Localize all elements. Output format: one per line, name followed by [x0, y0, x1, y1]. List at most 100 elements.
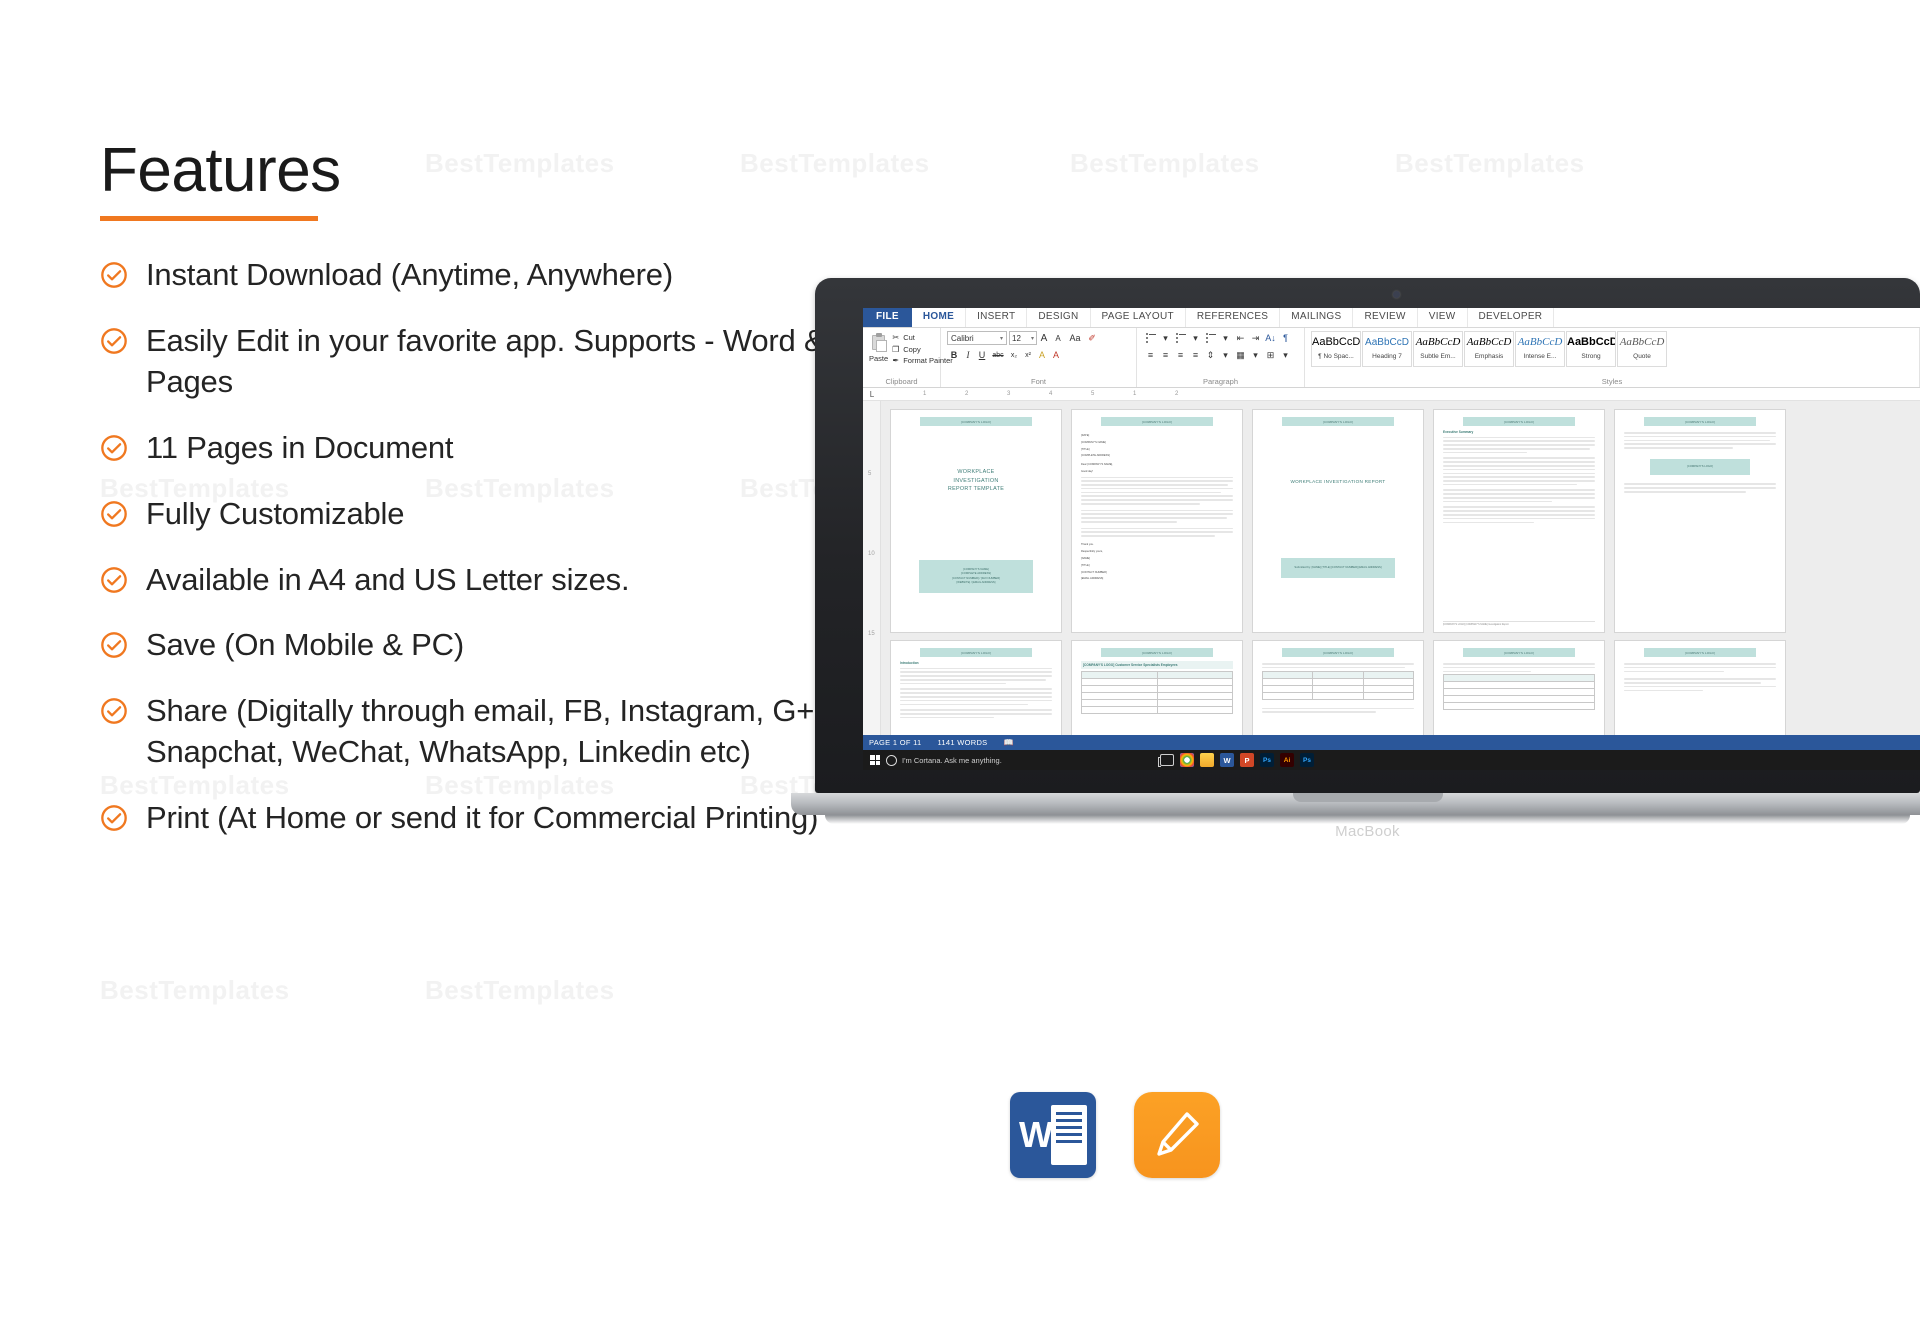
watermark: BestTemplates	[1070, 148, 1260, 178]
illustrator-icon[interactable]: Ai	[1280, 753, 1294, 767]
tab-developer[interactable]: DEVELOPER	[1468, 308, 1555, 327]
bold-button[interactable]: B	[947, 348, 961, 362]
microsoft-word-icon[interactable]: W	[1010, 1092, 1096, 1178]
feature-label: Available in A4 and US Letter sizes.	[146, 561, 630, 597]
tab-page-layout[interactable]: PAGE LAYOUT	[1091, 308, 1186, 327]
style-name: Subtle Em...	[1420, 353, 1456, 360]
justify-icon[interactable]: ≡	[1188, 348, 1203, 362]
bullet-list-icon[interactable]	[1143, 331, 1158, 345]
table-cell	[1362, 691, 1415, 700]
company-logo-placeholder: [COMPANY'S LOGO]	[1282, 417, 1394, 427]
numbered-list-icon[interactable]	[1173, 331, 1188, 345]
style-quote[interactable]: AaBbCcD Quote	[1617, 331, 1667, 367]
task-view-icon[interactable]	[1158, 754, 1174, 767]
multilevel-list-icon[interactable]	[1203, 331, 1218, 345]
text-highlight-color-icon[interactable]: A	[1035, 348, 1049, 362]
document-page[interactable]: [COMPANY'S LOGO] Executive Summary [COMP…	[1433, 409, 1605, 633]
page-indicator[interactable]: PAGE 1 OF 11	[869, 738, 922, 747]
style-subtle-emphasis[interactable]: AaBbCcD Subtle Em...	[1413, 331, 1463, 367]
photoshop-icon[interactable]: Ps	[1300, 753, 1314, 767]
chevron-down-icon[interactable]: ▾	[1158, 331, 1173, 345]
check-circle-icon	[100, 500, 128, 528]
style-intense-emphasis[interactable]: AaBbCcD Intense E...	[1515, 331, 1565, 367]
features-slide: BestTemplates BestTemplates BestTemplate…	[0, 0, 1920, 1344]
check-circle-icon	[100, 697, 128, 725]
align-right-icon[interactable]: ≡	[1173, 348, 1188, 362]
feature-label: Fully Customizable	[146, 495, 405, 531]
increase-indent-icon[interactable]: ⇥	[1248, 331, 1263, 345]
font-color-icon[interactable]: A	[1049, 348, 1063, 362]
chevron-down-icon[interactable]: ▾	[1278, 348, 1293, 362]
tab-references[interactable]: REFERENCES	[1186, 308, 1281, 327]
underline-button[interactable]: U	[975, 348, 989, 362]
tab-mailings[interactable]: MAILINGS	[1280, 308, 1354, 327]
tab-home[interactable]: HOME	[912, 308, 967, 327]
shading-icon[interactable]: ▦	[1233, 348, 1248, 362]
body-text-lines	[1624, 663, 1776, 673]
font-family-select[interactable]: Calibri ▾	[947, 331, 1007, 345]
borders-icon[interactable]: ⊞	[1263, 348, 1278, 362]
word-count[interactable]: 1141 WORDS	[938, 738, 988, 747]
style-heading-7[interactable]: AaBbCcD Heading 7	[1362, 331, 1412, 367]
table-cell	[1312, 684, 1364, 693]
document-page[interactable]: [COMPANY'S LOGO] WORKPLACE INVESTIGATION…	[890, 409, 1062, 633]
body-text-lines	[900, 667, 1052, 685]
italic-button[interactable]: I	[961, 348, 975, 362]
chevron-down-icon[interactable]: ▾	[1218, 348, 1233, 362]
windows-start-icon[interactable]	[867, 752, 883, 768]
chevron-down-icon[interactable]: ▾	[1248, 348, 1263, 362]
shrink-font-button[interactable]: A	[1051, 331, 1065, 345]
document-canvas[interactable]: 5 10 15 [COMPANY'S LOGO] WORKPLACE INVES…	[863, 401, 1920, 735]
document-page[interactable]: [COMPANY'S LOGO] WORKPLACE INVESTIGATION…	[1252, 409, 1424, 633]
subscript-button[interactable]: x₂	[1007, 348, 1021, 362]
word-ribbon-tabs: FILE HOME INSERT DESIGN PAGE LAYOUT REFE…	[863, 308, 1920, 328]
font-size-select[interactable]: 12 ▾	[1009, 331, 1037, 345]
chevron-down-icon[interactable]: ▾	[1188, 331, 1203, 345]
horizontal-ruler[interactable]: L 1 2 3 4 5 1 2	[863, 388, 1920, 401]
clear-formatting-icon[interactable]: ✐	[1085, 331, 1099, 345]
change-case-button[interactable]: Aa	[1065, 331, 1085, 345]
document-page[interactable]: [COMPANY'S LOGO] [COMPANY'S LOGO] Custom…	[1071, 640, 1243, 735]
tab-view[interactable]: VIEW	[1418, 308, 1468, 327]
style-name: ¶ No Spac...	[1318, 353, 1354, 360]
apple-pages-icon[interactable]	[1134, 1092, 1220, 1178]
tab-stop-selector[interactable]: L	[863, 390, 881, 399]
line-spacing-icon[interactable]: ⇕	[1203, 348, 1218, 362]
tab-file[interactable]: FILE	[863, 308, 912, 327]
document-page[interactable]: [COMPANY'S LOGO]	[1433, 640, 1605, 735]
show-formatting-marks-icon[interactable]: ¶	[1278, 331, 1293, 345]
align-center-icon[interactable]: ≡	[1158, 348, 1173, 362]
proofing-status-icon[interactable]: 📖	[1003, 738, 1016, 747]
document-page[interactable]: [COMPANY'S LOGO] [COMPANY'S LOGO]	[1614, 409, 1786, 633]
document-page[interactable]: [COMPANY'S LOGO] [DATE] [COMPANY'S NAME]…	[1071, 409, 1243, 633]
strikethrough-button[interactable]: abc	[989, 348, 1007, 362]
tab-review[interactable]: REVIEW	[1353, 308, 1418, 327]
tab-design[interactable]: DESIGN	[1027, 308, 1091, 327]
style-emphasis[interactable]: AaBbCcD Emphasis	[1464, 331, 1514, 367]
file-explorer-icon[interactable]	[1200, 753, 1214, 767]
table-cell	[1081, 705, 1158, 714]
document-page[interactable]: [COMPANY'S LOGO]	[1252, 640, 1424, 735]
align-left-icon[interactable]: ≡	[1143, 348, 1158, 362]
chrome-icon[interactable]	[1180, 753, 1194, 767]
decrease-indent-icon[interactable]: ⇤	[1233, 331, 1248, 345]
body-text-lines	[1262, 663, 1414, 669]
company-logo-placeholder: [COMPANY'S LOGO]	[1282, 648, 1394, 658]
table-cell	[1261, 670, 1314, 679]
document-page[interactable]: [COMPANY'S LOGO]	[1614, 640, 1786, 735]
word-icon[interactable]: W	[1220, 753, 1234, 767]
cortana-search-box[interactable]: I'm Cortana. Ask me anything.	[886, 750, 1146, 770]
sort-icon[interactable]: A↓	[1263, 331, 1278, 345]
style-strong[interactable]: AaBbCcD Strong	[1566, 331, 1616, 367]
style-no-spacing[interactable]: AaBbCcD ¶ No Spac...	[1311, 331, 1361, 367]
chevron-down-icon[interactable]: ▾	[1218, 331, 1233, 345]
superscript-button[interactable]: x²	[1021, 348, 1035, 362]
powerpoint-icon[interactable]: P	[1240, 753, 1254, 767]
tab-insert[interactable]: INSERT	[966, 308, 1028, 327]
document-page[interactable]: [COMPANY'S LOGO] Introduction [COMPANY'S…	[890, 640, 1062, 735]
photoshop-icon[interactable]: Ps	[1260, 753, 1274, 767]
page-thumbnails[interactable]: [COMPANY'S LOGO] WORKPLACE INVESTIGATION…	[881, 401, 1920, 735]
grow-font-button[interactable]: A	[1037, 331, 1051, 345]
company-logo-placeholder: [COMPANY'S LOGO]	[1463, 648, 1575, 658]
feature-label: Save (On Mobile & PC)	[146, 627, 464, 663]
